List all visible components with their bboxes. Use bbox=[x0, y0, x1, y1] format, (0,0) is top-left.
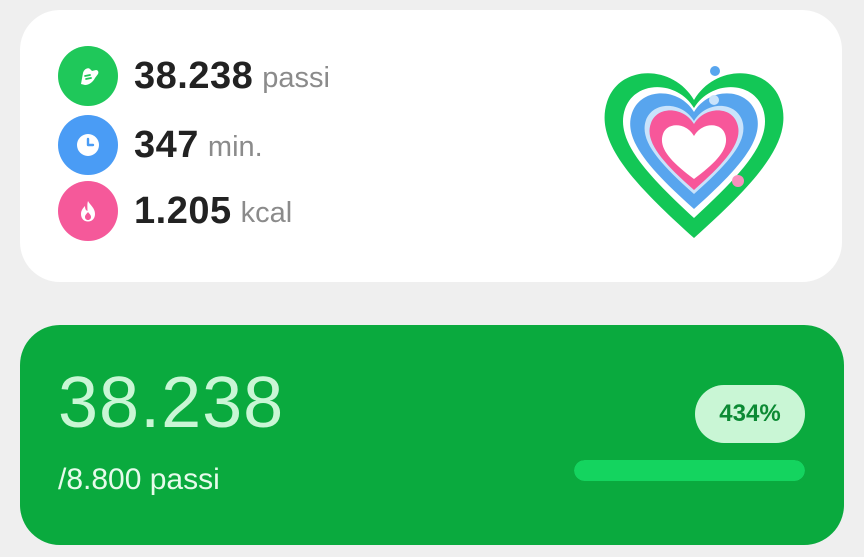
flame-icon bbox=[58, 181, 118, 241]
minutes-unit: min. bbox=[207, 130, 263, 163]
goal-steps-count: 38.238 bbox=[58, 363, 285, 443]
steps-value: 38.238 bbox=[134, 54, 254, 97]
minutes-value: 347 bbox=[134, 123, 199, 166]
goal-progress-fill bbox=[574, 460, 805, 481]
minutes-stat-row: 347 min. bbox=[58, 115, 263, 175]
steps-unit: passi bbox=[262, 61, 330, 94]
calories-unit: kcal bbox=[240, 196, 293, 229]
calories-stat-row: 1.205 kcal bbox=[58, 181, 292, 241]
clock-icon bbox=[58, 115, 118, 175]
heart-rings-icon[interactable] bbox=[583, 44, 805, 244]
steps-goal-card[interactable]: 38.238 /8.800 passi 434% bbox=[20, 325, 844, 545]
goal-steps-target: /8.800 passi bbox=[58, 463, 220, 496]
goal-progress-bar bbox=[574, 460, 805, 481]
steps-stat-row: 38.238 passi bbox=[58, 46, 330, 106]
shoe-icon bbox=[58, 46, 118, 106]
activity-summary-card[interactable]: 38.238 passi 347 min. 1.205 kcal bbox=[20, 10, 842, 282]
goal-percent-badge: 434% bbox=[695, 385, 805, 443]
calories-value: 1.205 bbox=[134, 189, 232, 232]
